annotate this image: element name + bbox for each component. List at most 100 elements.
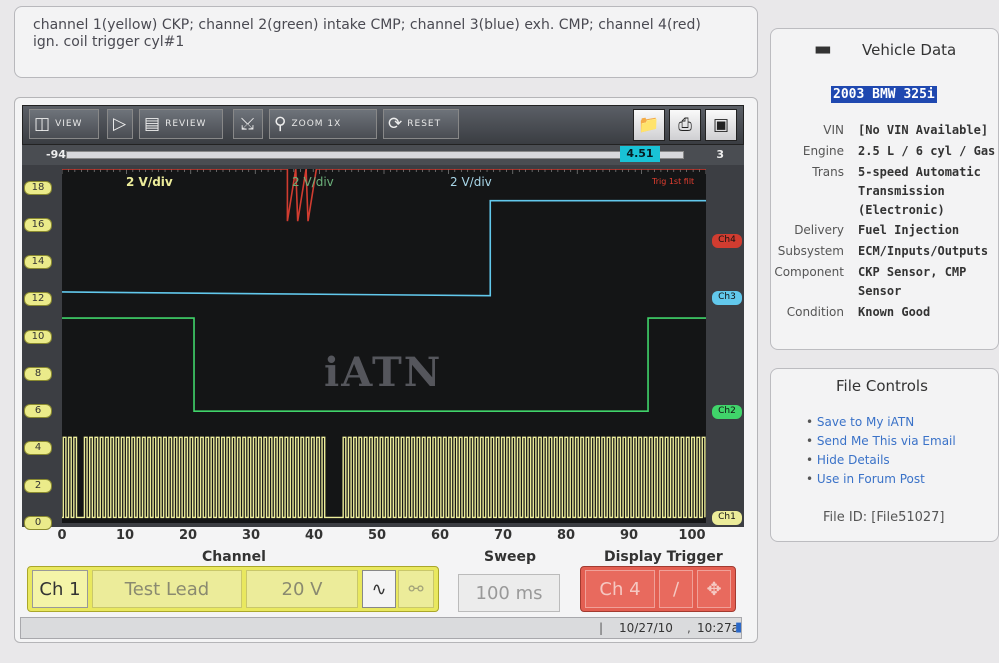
waveform-display: 18 16 14 12 10 8 6 4 2 0 2 V/div 2 V/div 2 V/div … <box>22 165 744 530</box>
toolbox-icon: ▣ <box>712 115 730 135</box>
zoom-label: ZOOM 1x <box>291 119 342 129</box>
trigger-move-button[interactable]: ✥ <box>697 570 731 608</box>
view-icon: ◫ <box>34 114 52 134</box>
status-info-icon: ▮ <box>735 620 743 635</box>
plot-area: 2 V/div 2 V/div 2 V/div Trig 1st filt iA… <box>62 169 706 523</box>
y-tick-label: 2 <box>24 478 52 493</box>
timeline-slider[interactable]: -94 4.51 3 <box>22 145 744 165</box>
y-tick-label: 6 <box>24 404 52 419</box>
y-tick-label: 18 <box>24 180 52 195</box>
vehicle-field-value: Known Good <box>858 305 931 319</box>
series-ch1 <box>62 436 706 519</box>
toolbox-button[interactable]: ▣ <box>705 109 737 141</box>
file-control-item[interactable]: • Send Me This via Email <box>806 434 956 448</box>
zoom-button[interactable]: ⚲ ZOOM 1x <box>269 109 377 139</box>
ch1-vdiv: 2 V/div <box>126 175 173 189</box>
folder-icon: 📁 <box>638 115 660 135</box>
vehicle-field-label: Trans <box>812 165 844 179</box>
x-tick-label: 20 <box>178 528 198 543</box>
probe-button[interactable]: ⚯ <box>398 570 434 608</box>
bullet-icon: • <box>806 415 817 429</box>
sweep-select[interactable]: 100 ms <box>458 574 560 612</box>
ch1-tag[interactable]: Ch1 <box>712 511 742 525</box>
file-control-item[interactable]: • Use in Forum Post <box>806 472 925 486</box>
volt-select[interactable]: 20 V <box>246 570 358 608</box>
file-id: File ID: [File51027] <box>823 510 945 525</box>
waveform-icon: ∿ <box>371 578 387 600</box>
y-tick-label: 0 <box>24 516 52 530</box>
x-tick-label: 90 <box>619 528 639 543</box>
view-button[interactable]: ◫ VIEW <box>29 109 99 139</box>
slider-right-value: 3 <box>716 148 724 161</box>
magnifier-icon: ⚲ <box>274 114 288 134</box>
slider-position[interactable]: 4.51 <box>620 146 660 162</box>
vehicle-field-value: 5-speed Automatic Transmission (Electron… <box>858 165 981 217</box>
play-icon: ▷ <box>112 114 128 134</box>
ch4-tag[interactable]: Ch4 <box>712 234 742 248</box>
ch3-vdiv: 2 V/div <box>450 175 492 189</box>
cursor-icon: ⤩ <box>240 114 256 134</box>
file-control-link[interactable]: Send Me This via Email <box>817 434 956 448</box>
status-bar: | 10/27/10 , 10:27a ▮ <box>20 617 742 639</box>
review-label: REVIEW <box>165 119 207 129</box>
reset-label: RESET <box>407 119 442 129</box>
status-date: 10/27/10 <box>619 621 673 635</box>
vehicle-field-label: Condition <box>786 305 844 319</box>
ch2-vdiv: 2 V/div <box>292 175 334 189</box>
trigger-channel-select[interactable]: Ch 4 <box>585 570 655 608</box>
bullet-icon: • <box>806 453 817 467</box>
scope-toolbar: ◫ VIEW ▷ ▤ REVIEW ⤩ ⚲ ZOOM 1x ⟳ RESET 📁 … <box>22 105 744 145</box>
review-button[interactable]: ▤ REVIEW <box>139 109 223 139</box>
channel-group-label: Channel <box>202 549 266 565</box>
file-control-link[interactable]: Use in Forum Post <box>817 472 925 486</box>
y-tick-label: 8 <box>24 366 52 381</box>
y-tick-label: 16 <box>24 217 52 232</box>
probe-icon: ⚯ <box>408 578 424 600</box>
reset-icon: ⟳ <box>388 114 404 134</box>
slider-track[interactable] <box>66 151 684 159</box>
vehicle-field-value: ECM/Inputs/Outputs <box>858 244 989 258</box>
coupling-button[interactable]: ∿ <box>362 570 396 608</box>
trigger-slope-button[interactable]: ∕ <box>659 570 693 608</box>
lead-select[interactable]: Test Lead <box>92 570 242 608</box>
play-button[interactable]: ▷ <box>107 109 133 139</box>
print-button[interactable]: ⎙ <box>669 109 701 141</box>
ch4-trigger-text: Trig 1st filt <box>652 177 695 186</box>
trigger-group-label: Display Trigger <box>604 549 723 565</box>
slope-icon: ∕ <box>672 578 680 600</box>
view-label: VIEW <box>55 119 83 129</box>
x-tick-label: 10 <box>115 528 135 543</box>
description-line-2: ign. coil trigger cyl#1 <box>33 34 185 50</box>
status-comma: , <box>687 621 691 635</box>
vehicle-field-value: [No VIN Available] <box>858 123 989 137</box>
printer-icon: ⎙ <box>678 115 692 135</box>
x-tick-label: 60 <box>430 528 450 543</box>
file-controls-title: File Controls <box>836 377 928 395</box>
waveform-description: channel 1(yellow) CKP; channel 2(green) … <box>14 6 758 78</box>
x-tick-label: 40 <box>304 528 324 543</box>
y-tick-label: 10 <box>24 329 52 344</box>
reset-button[interactable]: ⟳ RESET <box>383 109 459 139</box>
x-tick-label: 30 <box>241 528 261 543</box>
x-axis-labels: 0 10 20 30 40 50 60 70 80 90 100 <box>57 528 706 544</box>
file-control-link[interactable]: Hide Details <box>817 453 890 467</box>
vehicle-data-title: Vehicle Data <box>862 41 957 59</box>
vehicle-field-label: VIN <box>823 123 844 137</box>
file-control-item[interactable]: • Save to My iATN <box>806 415 914 429</box>
slider-left-value: -94 <box>46 148 66 161</box>
status-separator: | <box>599 621 604 635</box>
ch2-tag[interactable]: Ch2 <box>712 405 742 419</box>
cursor-button[interactable]: ⤩ <box>233 109 263 139</box>
y-tick-label: 12 <box>24 292 52 307</box>
ch3-tag[interactable]: Ch3 <box>712 291 742 305</box>
channel-select[interactable]: Ch 1 <box>32 570 88 608</box>
x-tick-label: 50 <box>367 528 387 543</box>
iatn-watermark: iATN <box>324 349 443 396</box>
x-tick-label: 100 <box>678 528 706 543</box>
open-folder-button[interactable]: 📁 <box>633 109 665 141</box>
file-control-item[interactable]: • Hide Details <box>806 453 890 467</box>
car-icon: ▬ <box>814 38 832 60</box>
vehicle-name: 2003 BMW 325i <box>831 86 937 103</box>
sweep-group-label: Sweep <box>484 549 537 565</box>
file-control-link[interactable]: Save to My iATN <box>817 415 914 429</box>
